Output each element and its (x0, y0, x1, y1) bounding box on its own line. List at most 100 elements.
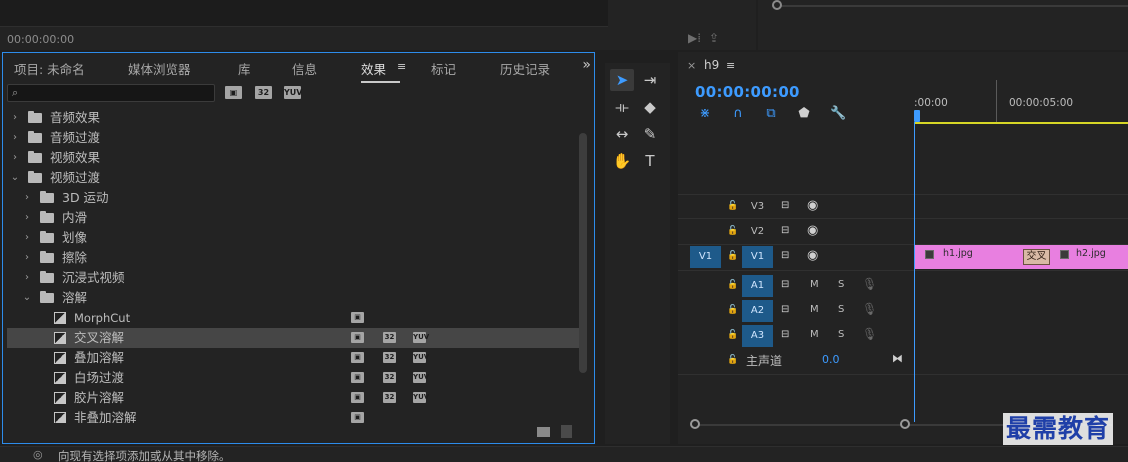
sync-lock-icon[interactable]: ⊟ (781, 304, 789, 315)
close-icon[interactable]: × (687, 59, 696, 72)
solo-button[interactable]: S (838, 279, 844, 290)
track-name[interactable]: A2 (742, 300, 773, 322)
playhead-line[interactable] (914, 122, 915, 422)
chevron-right-icon[interactable]: › (10, 128, 20, 148)
track-name[interactable]: V1 (742, 246, 773, 268)
sync-lock-icon[interactable]: ⊟ (781, 329, 789, 340)
tree-item-wipe[interactable]: › 擦除 (7, 248, 579, 268)
tab-effects[interactable]: 效果 (361, 59, 401, 83)
mic-icon[interactable]: 🎙 (862, 302, 877, 316)
clip-v1[interactable]: h1.jpg 交叉 h2.jpg (915, 245, 1128, 269)
chevron-down-icon[interactable]: ⌄ (10, 168, 20, 188)
snap-magnet-icon[interactable]: ∩ (731, 106, 745, 121)
eye-icon[interactable]: ◉ (807, 223, 818, 238)
chevron-right-icon[interactable]: › (10, 108, 20, 128)
razor-tool-icon[interactable]: ◆ (638, 96, 662, 118)
tree-item-morphcut[interactable]: MorphCut ▣ (7, 308, 579, 328)
chevron-right-icon[interactable]: › (10, 148, 20, 168)
tree-item-iris[interactable]: › 划像 (7, 228, 579, 248)
tab-media-browser[interactable]: 媒体浏览器 (128, 59, 191, 78)
master-volume-value[interactable]: 0.0 (822, 353, 840, 366)
sequence-tab[interactable]: h9 (704, 58, 719, 72)
tree-item-video-effects[interactable]: › 视频效果 (7, 148, 579, 168)
chevron-right-icon[interactable]: › (22, 268, 32, 288)
eye-icon[interactable]: ◉ (807, 248, 818, 263)
sync-lock-icon[interactable]: ⊟ (781, 200, 789, 211)
ripple-edit-tool-icon[interactable]: ⟛ (610, 96, 634, 118)
slip-tool-icon[interactable]: ↔ (610, 123, 634, 145)
monitor-scrub-knob[interactable] (772, 0, 782, 10)
trash-icon[interactable] (561, 425, 572, 438)
new-bin-icon[interactable] (537, 427, 550, 437)
chevron-right-icon[interactable]: › (22, 228, 32, 248)
tree-item-dissolve[interactable]: ⌄ 溶解 (7, 288, 579, 308)
tree-item-additive-dissolve[interactable]: 叠加溶解 ▣ 32 YUV (7, 348, 579, 368)
tab-info[interactable]: 信息 (292, 59, 317, 78)
yuv-filter-button[interactable]: YUV (284, 86, 302, 99)
go-to-end-icon[interactable]: ⧓ (892, 352, 903, 365)
sync-lock-icon[interactable]: ⊟ (781, 250, 789, 261)
linked-selection-icon[interactable]: ⧉ (764, 106, 778, 121)
tab-libraries[interactable]: 库 (238, 59, 251, 78)
nest-sequence-icon[interactable]: ⋇ (698, 106, 712, 121)
tree-item-audio-transitions[interactable]: › 音频过渡 (7, 128, 579, 148)
lock-icon[interactable]: 🔓 (727, 280, 738, 290)
eye-icon[interactable]: ◉ (807, 198, 818, 213)
hand-tool-icon[interactable]: ✋ (610, 150, 634, 172)
playhead-handle[interactable] (914, 110, 920, 122)
zoom-knob-left[interactable] (690, 419, 700, 429)
chevron-right-icon[interactable]: › (22, 248, 32, 268)
tabs-overflow-icon[interactable]: » (582, 57, 591, 73)
effects-scrollbar[interactable] (579, 133, 587, 373)
selection-tool-icon[interactable]: ➤ (610, 69, 634, 91)
export-frame-icon[interactable]: ⇪ (709, 31, 719, 45)
mute-button[interactable]: M (810, 304, 819, 315)
source-patch-v1[interactable]: V1 (690, 246, 721, 268)
track-name[interactable]: A1 (742, 275, 773, 297)
mute-button[interactable]: M (810, 279, 819, 290)
lock-icon[interactable]: 🔓 (727, 251, 738, 261)
sync-lock-icon[interactable]: ⊟ (781, 279, 789, 290)
track-name[interactable]: V2 (742, 221, 773, 243)
tree-item-cross-dissolve[interactable]: 交叉溶解 ▣ 32 YUV (7, 328, 579, 348)
pen-tool-icon[interactable]: ✎ (638, 123, 662, 145)
solo-button[interactable]: S (838, 304, 844, 315)
panel-menu-icon[interactable]: ≡ (726, 59, 735, 72)
monitor-scrub-bar[interactable] (772, 5, 1128, 7)
32bit-filter-button[interactable]: 32 (255, 86, 272, 99)
tree-item-immersive-video[interactable]: › 沉浸式视频 (7, 268, 579, 288)
tree-item-non-additive-dissolve[interactable]: 非叠加溶解 ▣ (7, 408, 579, 423)
lock-icon[interactable]: 🔓 (727, 330, 738, 340)
sync-lock-icon[interactable]: ⊟ (781, 225, 789, 236)
zoom-knob-right[interactable] (900, 419, 910, 429)
solo-button[interactable]: S (838, 329, 844, 340)
tab-project[interactable]: 项目: 未命名 (14, 59, 85, 78)
wrench-icon[interactable]: 🔧 (830, 106, 846, 121)
lock-icon[interactable]: 🔓 (727, 226, 738, 236)
tree-item-audio-effects[interactable]: › 音频效果 (7, 108, 579, 128)
type-tool-icon[interactable]: T (638, 150, 662, 172)
add-marker-icon[interactable]: ⬟ (797, 106, 811, 121)
panel-menu-icon[interactable]: ≡ (397, 60, 406, 73)
effects-search-input[interactable] (26, 85, 206, 101)
timeline-timecode[interactable]: 00:00:00:00 (695, 83, 800, 101)
effects-search[interactable]: ⌕ (7, 84, 215, 102)
tree-item-3d-motion[interactable]: › 3D 运动 (7, 188, 579, 208)
tree-item-slide[interactable]: › 内滑 (7, 208, 579, 228)
time-ruler[interactable]: :00:00 00:00:05:00 (914, 80, 1128, 124)
tree-item-video-transitions[interactable]: ⌄ 视频过渡 (7, 168, 579, 188)
play-in-out-icon[interactable]: ▶⁞ (688, 31, 701, 45)
track-select-tool-icon[interactable]: ⇥ (638, 69, 662, 91)
chevron-right-icon[interactable]: › (22, 208, 32, 228)
accelerated-filter-button[interactable]: ▣ (225, 86, 242, 99)
mic-icon[interactable]: 🎙 (862, 277, 877, 291)
track-name[interactable]: A3 (742, 325, 773, 347)
lock-icon[interactable]: 🔓 (727, 201, 738, 211)
mic-icon[interactable]: 🎙 (862, 327, 877, 341)
lock-icon[interactable]: 🔓 (727, 355, 738, 365)
chevron-down-icon[interactable]: ⌄ (22, 288, 32, 308)
cross-dissolve-transition[interactable]: 交叉 (1023, 249, 1050, 265)
mute-button[interactable]: M (810, 329, 819, 340)
work-area-bar[interactable] (914, 122, 1128, 124)
tab-history[interactable]: 历史记录 (500, 59, 550, 78)
